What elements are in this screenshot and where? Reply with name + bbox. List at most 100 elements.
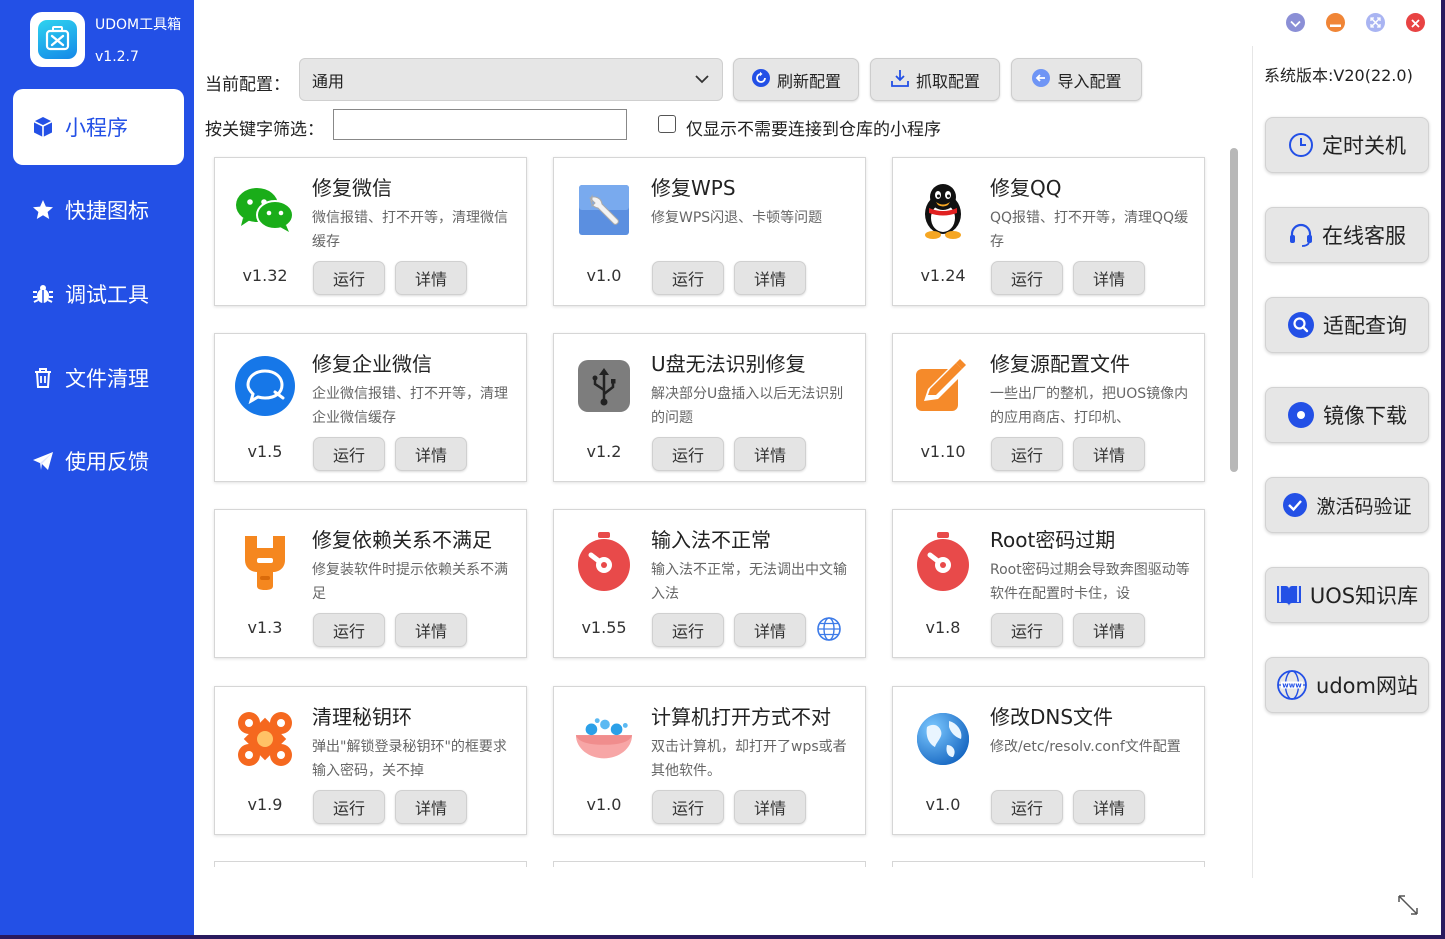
- filter-label: 按关键字筛选：: [205, 120, 324, 140]
- resize-handle-icon[interactable]: [1396, 893, 1420, 921]
- card-title: U盘无法识别修复: [651, 352, 806, 376]
- mini-program-card: 修复WPS 修复WPS闪退、卡顿等问题 v1.0 运行 详情: [553, 157, 866, 306]
- refresh-config-button[interactable]: 刷新配置: [733, 58, 859, 101]
- mini-program-card: 修复QQ QQ报错、打不开等，清理QQ缓存 v1.24 运行 详情: [892, 157, 1205, 306]
- right-button-label: 适配查询: [1323, 314, 1407, 338]
- details-button[interactable]: 详情: [395, 261, 467, 295]
- right-button-check[interactable]: 激活码验证: [1265, 477, 1429, 533]
- refresh-icon: [751, 68, 771, 92]
- card-description: 弹出"解锁登录秘钥环"的框要求输入密码，关不掉: [312, 739, 507, 779]
- details-button[interactable]: 详情: [734, 437, 806, 471]
- card-version: v1.0: [586, 266, 622, 285]
- close-button[interactable]: [1406, 13, 1425, 32]
- run-button[interactable]: 运行: [313, 790, 385, 824]
- run-button[interactable]: 运行: [313, 613, 385, 647]
- sidebar: UDOM工具箱 v1.2.7 小程序 快捷图标 调试工具 文件清理 使用反馈: [0, 0, 194, 935]
- nav-label: 调试工具: [65, 283, 149, 307]
- details-button[interactable]: 详情: [1073, 613, 1145, 647]
- mini-program-card: 计算机打开方式不对 双击计算机，却打开了wps或者其他软件。 v1.0 运行 详情: [553, 686, 866, 835]
- card-version: v1.0: [925, 795, 961, 814]
- card-title: 修复QQ: [990, 176, 1062, 200]
- right-button-search[interactable]: 适配查询: [1265, 297, 1429, 353]
- right-button-disc[interactable]: 镜像下载: [1265, 387, 1429, 443]
- card-version: v1.3: [247, 618, 283, 637]
- card-title: 修改DNS文件: [990, 705, 1114, 729]
- config-select[interactable]: 通用: [299, 58, 723, 101]
- globe-icon[interactable]: [816, 616, 842, 646]
- nav-item-feedback[interactable]: 使用反馈: [13, 423, 184, 499]
- keyring-icon: [235, 709, 295, 769]
- expand-icon: [1370, 13, 1381, 32]
- app-logo: [30, 12, 85, 67]
- details-button[interactable]: 详情: [1073, 261, 1145, 295]
- run-button[interactable]: 运行: [652, 437, 724, 471]
- card-description: 企业微信报错、打不开等，清理企业微信缓存: [312, 386, 508, 426]
- details-button[interactable]: 详情: [1073, 437, 1145, 471]
- nav-item-file-cleanup[interactable]: 文件清理: [13, 340, 184, 416]
- card-version: v1.5: [247, 442, 283, 461]
- run-button[interactable]: 运行: [313, 437, 385, 471]
- card-partial: [553, 861, 866, 867]
- mini-program-card: 输入法不正常 输入法不正常，无法调出中文输入法 v1.55 运行 详情: [553, 509, 866, 658]
- chevron-down-icon: [1290, 13, 1301, 32]
- run-button[interactable]: 运行: [652, 790, 724, 824]
- offline-only-checkbox[interactable]: [658, 115, 676, 133]
- card-version: v1.24: [920, 266, 966, 285]
- card-description: 微信报错、打不开等，清理微信缓存: [312, 210, 508, 250]
- fetch-config-button[interactable]: 抓取配置: [870, 58, 1000, 101]
- scrollbar-thumb[interactable]: [1230, 148, 1238, 472]
- app-name: UDOM工具箱: [95, 17, 182, 33]
- nav-label: 使用反馈: [65, 450, 149, 474]
- wechat-icon: [235, 180, 295, 240]
- right-button-label: 镜像下载: [1323, 404, 1407, 428]
- card-version: v1.9: [247, 795, 283, 814]
- details-button[interactable]: 详情: [734, 613, 806, 647]
- card-description: 修改/etc/resolv.conf文件配置: [990, 739, 1181, 755]
- nav-item-debug-tools[interactable]: 调试工具: [13, 256, 184, 332]
- mini-program-card: U盘无法识别修复 解决部分U盘插入以后无法识别的问题 v1.2 运行 详情: [553, 333, 866, 482]
- run-button[interactable]: 运行: [991, 261, 1063, 295]
- mini-program-card: 清理秘钥环 弹出"解锁登录秘钥环"的框要求输入密码，关不掉 v1.9 运行 详情: [214, 686, 527, 835]
- right-button-headset[interactable]: 在线客服: [1265, 207, 1429, 263]
- right-button-www-globe[interactable]: www udom网站: [1265, 657, 1429, 713]
- maximize-button[interactable]: [1366, 13, 1385, 32]
- mini-program-card: Root密码过期 Root密码过期会导致奔图驱动等软件在配置时卡住，设 v1.8 运行…: [892, 509, 1205, 658]
- nav-item-shortcuts[interactable]: 快捷图标: [13, 172, 184, 248]
- details-button[interactable]: 详情: [734, 790, 806, 824]
- card-description: 解决部分U盘插入以后无法识别的问题: [651, 386, 844, 426]
- nav-item-mini-programs[interactable]: 小程序: [13, 89, 184, 165]
- run-button[interactable]: 运行: [313, 261, 385, 295]
- details-button[interactable]: 详情: [395, 613, 467, 647]
- right-button-book[interactable]: UOS知识库: [1265, 567, 1429, 623]
- card-title: 修复依赖关系不满足: [312, 528, 492, 552]
- details-button[interactable]: 详情: [395, 790, 467, 824]
- card-description: QQ报错、打不开等，清理QQ缓存: [990, 210, 1189, 250]
- card-version: v1.8: [925, 618, 961, 637]
- card-partial: [892, 861, 1205, 867]
- run-button[interactable]: 运行: [652, 613, 724, 647]
- run-button[interactable]: 运行: [991, 790, 1063, 824]
- filter-input[interactable]: [333, 109, 627, 140]
- card-description: 修复装软件时提示依赖关系不满足: [312, 562, 508, 602]
- import-config-button[interactable]: 导入配置: [1011, 58, 1142, 101]
- mini-program-card: 修复企业微信 企业微信报错、打不开等，清理企业微信缓存 v1.5 运行 详情: [214, 333, 527, 482]
- menu-button[interactable]: [1286, 13, 1305, 32]
- toolbox-icon: [38, 20, 77, 59]
- card-version: v1.0: [586, 795, 622, 814]
- mini-program-card: 修改DNS文件修改/etc/resolv.conf文件配置 v1.0 运行 详情: [892, 686, 1205, 835]
- card-title: 计算机打开方式不对: [651, 705, 831, 729]
- mini-program-card: 修复源配置文件 一些出厂的整机，把UOS镜像内的应用商店、打印机、 v1.10 运行详…: [892, 333, 1205, 482]
- run-button[interactable]: 运行: [991, 437, 1063, 471]
- wecom-icon: [235, 356, 295, 416]
- offline-only-label: 仅显示不需要连接到仓库的小程序: [686, 120, 941, 140]
- details-button[interactable]: 详情: [1073, 790, 1145, 824]
- details-button[interactable]: 详情: [395, 437, 467, 471]
- card-title: 修复微信: [312, 176, 392, 200]
- run-button[interactable]: 运行: [652, 261, 724, 295]
- right-button-label: 在线客服: [1322, 224, 1406, 248]
- right-button-clock[interactable]: 定时关机: [1265, 117, 1429, 173]
- details-button[interactable]: 详情: [734, 261, 806, 295]
- run-button[interactable]: 运行: [991, 613, 1063, 647]
- minimize-button[interactable]: [1326, 13, 1345, 32]
- card-description: 一些出厂的整机，把UOS镜像内的应用商店、打印机、: [990, 386, 1189, 426]
